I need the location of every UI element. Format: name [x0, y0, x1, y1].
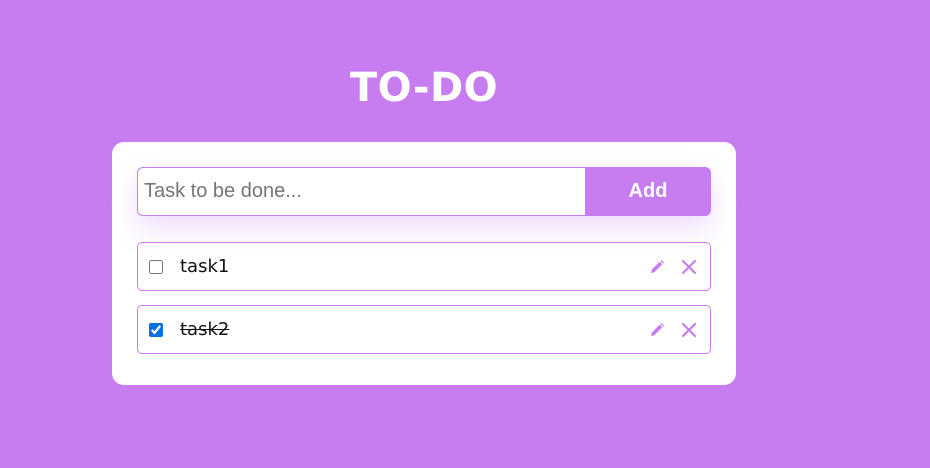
todo-card: Add task1 task2 — [112, 142, 736, 385]
task-actions — [648, 306, 698, 353]
task-text: task2 — [180, 319, 230, 340]
task-item: task2 — [137, 305, 711, 354]
task-item: task1 — [137, 242, 711, 291]
pencil-icon[interactable] — [648, 321, 666, 339]
page-title: TO-DO — [349, 65, 499, 111]
task-input[interactable] — [137, 167, 585, 216]
add-button[interactable]: Add — [585, 167, 711, 216]
task-list: task1 task2 — [137, 242, 711, 368]
close-icon[interactable] — [680, 258, 698, 276]
close-icon[interactable] — [680, 321, 698, 339]
task-checkbox[interactable] — [149, 322, 163, 337]
pencil-icon[interactable] — [648, 258, 666, 276]
task-checkbox[interactable] — [149, 259, 163, 274]
add-task-form: Add — [137, 167, 711, 216]
task-actions — [648, 243, 698, 290]
task-text: task1 — [180, 256, 230, 277]
